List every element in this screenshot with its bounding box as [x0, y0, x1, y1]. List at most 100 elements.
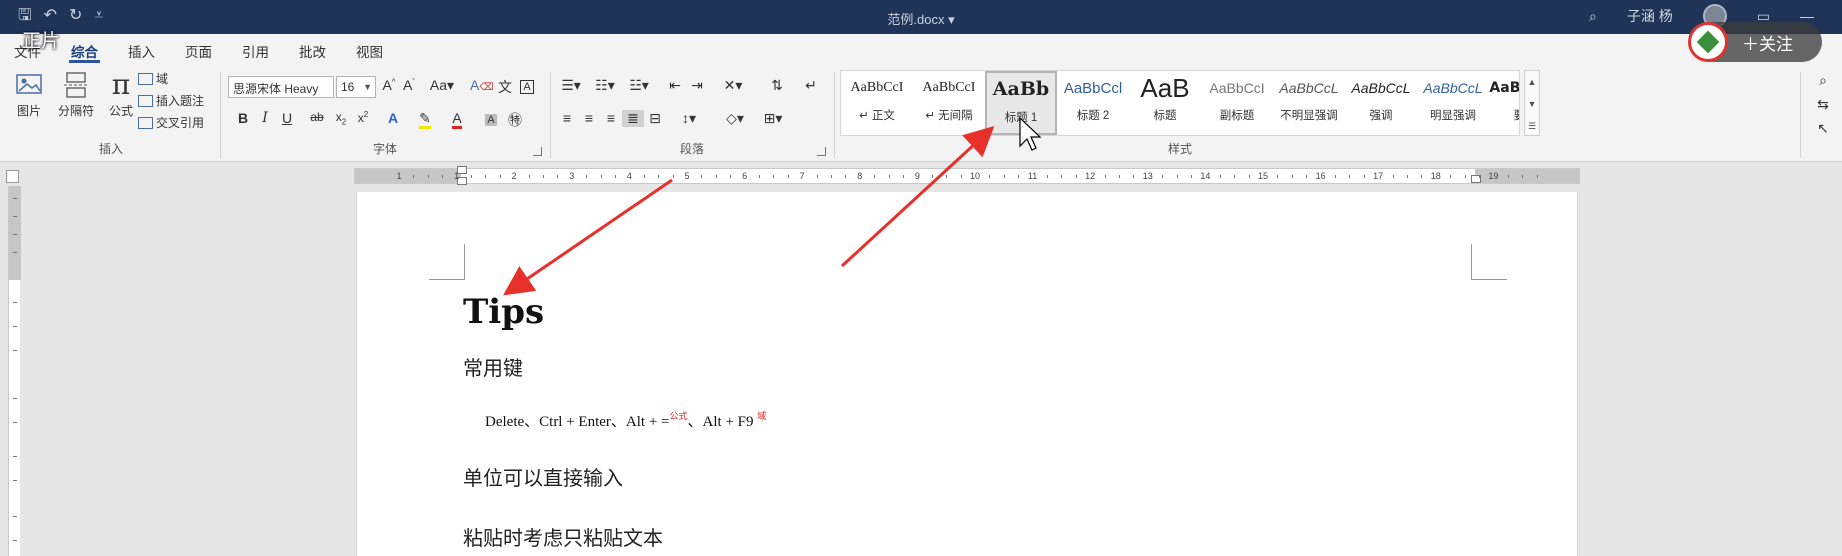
ruler-number: 17: [1373, 171, 1384, 181]
follow-badge[interactable]: ＋关注: [1688, 22, 1822, 62]
style-heading-1[interactable]: AaBb 标题 1: [985, 71, 1057, 135]
decrease-indent-icon[interactable]: ⇤: [664, 77, 686, 94]
borders-icon[interactable]: ⊞▾: [758, 110, 788, 127]
insert-caption-button[interactable]: 插入题注: [138, 92, 204, 109]
font-size-combo[interactable]: 16 ▼: [336, 76, 376, 98]
style-heading-2[interactable]: AaBbCcl 标题 2: [1057, 71, 1129, 135]
ruler-tick: [557, 175, 559, 178]
picture-button[interactable]: 图片: [8, 70, 50, 119]
tab-view[interactable]: 视图: [356, 34, 383, 64]
separator-button[interactable]: 分隔符: [52, 70, 100, 119]
user-name[interactable]: 子涵 杨: [1627, 6, 1673, 26]
tab-insert[interactable]: 插入: [128, 34, 155, 64]
style-intense-emphasis[interactable]: AaBbCcL 明显强调: [1417, 71, 1489, 135]
style-no-spacing[interactable]: AaBbCcI ↵ 无间隔: [913, 71, 985, 135]
doc-shortcut-line[interactable]: Delete、Ctrl + Enter、Alt + =公式、Alt + F9 域: [485, 410, 766, 431]
align-center-icon[interactable]: ≡: [578, 110, 600, 126]
ruler-tick: [1507, 175, 1509, 178]
vertical-ruler: [8, 186, 21, 556]
char-border-icon[interactable]: A: [516, 77, 538, 94]
ruler-tick: [413, 175, 415, 178]
gallery-scroll[interactable]: ▲ ▼ ☰: [1524, 70, 1540, 136]
distributed-icon[interactable]: ⊟: [644, 110, 666, 127]
chevron-down-icon: ▼: [363, 82, 372, 92]
font-color-icon[interactable]: A: [446, 110, 468, 129]
select-icon[interactable]: ↖: [1812, 120, 1834, 137]
tab-general[interactable]: 综合: [69, 34, 100, 64]
tab-references[interactable]: 引用: [242, 34, 269, 64]
style-subtitle[interactable]: AaBbCcI 副标题: [1201, 71, 1273, 135]
ruler-tick: [13, 516, 17, 517]
italic-icon[interactable]: I: [254, 110, 276, 126]
insert-group-label: 插入: [98, 142, 123, 156]
document-page[interactable]: Tips 常用键 Delete、Ctrl + Enter、Alt + =公式、A…: [356, 192, 1578, 556]
font-name-value: 思源宋体 Heavy: [233, 82, 319, 96]
find-icon[interactable]: ⌕: [1812, 72, 1834, 89]
doc-title[interactable]: Tips: [463, 292, 544, 332]
text-effects-icon[interactable]: A: [382, 110, 404, 126]
ruler-tick: [845, 175, 847, 178]
chevron-down-icon[interactable]: ▼: [1525, 93, 1539, 115]
tab-review[interactable]: 批改: [299, 34, 326, 64]
highlight-icon[interactable]: ✎: [414, 110, 436, 129]
sort-icon[interactable]: ⇅: [766, 77, 788, 94]
cross-reference-button[interactable]: 交叉引用: [138, 114, 204, 131]
line-spacing-icon[interactable]: ↕▾: [674, 110, 704, 127]
ribbon: 图片 分隔符 π 公式 域 插入题注 交叉引用 插入 思源宋体 Heavy 16…: [0, 64, 1842, 162]
document-title[interactable]: 范例.docx ▾: [0, 9, 1842, 28]
multilevel-list-icon[interactable]: ☳▾: [624, 77, 654, 94]
style-name: ↵ 无间隔: [925, 110, 973, 122]
numbering-icon[interactable]: ☷▾: [590, 77, 620, 94]
superscript-icon[interactable]: x2: [352, 110, 374, 125]
formula-note: 公式: [669, 411, 688, 421]
search-icon[interactable]: ⌕: [1589, 8, 1597, 25]
style-strong[interactable]: AaBbCcD 要点: [1489, 71, 1519, 135]
enclose-char-icon[interactable]: ㊕: [504, 110, 526, 130]
ruler-tick: [1392, 175, 1394, 178]
justify-icon[interactable]: ≣: [622, 110, 644, 127]
char-shading-icon[interactable]: A: [480, 110, 502, 126]
align-right-icon[interactable]: ≡: [600, 110, 622, 126]
bold-icon[interactable]: B: [232, 110, 254, 126]
shrink-font-icon[interactable]: Aˇ: [398, 77, 420, 93]
tab-page[interactable]: 页面: [185, 34, 212, 64]
replace-icon[interactable]: ⇆: [1812, 96, 1834, 113]
paragraph-dialog-launcher-icon[interactable]: [817, 147, 826, 156]
style-title[interactable]: AaB 标题: [1129, 71, 1201, 135]
strikethrough-icon[interactable]: ab: [306, 110, 328, 124]
style-emphasis[interactable]: AaBbCcL 强调: [1345, 71, 1417, 135]
increase-indent-icon[interactable]: ⇥: [686, 77, 708, 94]
field-button[interactable]: 域: [138, 70, 168, 87]
ruler-tick: [1003, 175, 1005, 178]
bullets-icon[interactable]: ☰▾: [556, 77, 586, 94]
asian-layout-icon[interactable]: ✕▾: [718, 77, 748, 94]
style-normal[interactable]: AaBbCcI ↵ 正文: [841, 71, 913, 135]
doc-heading[interactable]: 单位可以直接输入: [463, 462, 623, 491]
clear-format-icon[interactable]: A⌫: [470, 77, 493, 93]
show-marks-icon[interactable]: ↵: [800, 77, 822, 94]
formula-button[interactable]: π 公式: [100, 70, 142, 119]
style-subtle-emphasis[interactable]: AaBbCcL 不明显强调: [1273, 71, 1345, 135]
style-sample: AaBb: [992, 78, 1050, 100]
tab-selector-icon[interactable]: [6, 170, 19, 183]
phonetic-guide-icon[interactable]: 文: [494, 77, 516, 97]
grow-font-icon[interactable]: A^: [378, 77, 400, 93]
underline-icon[interactable]: U: [276, 110, 298, 126]
doc-heading[interactable]: 常用键: [463, 352, 523, 381]
font-name-combo[interactable]: 思源宋体 Heavy: [228, 76, 334, 98]
font-dialog-launcher-icon[interactable]: [533, 147, 542, 156]
ruler-number: 11: [1027, 171, 1038, 181]
gallery-more-icon[interactable]: ☰: [1525, 115, 1539, 137]
ruler-tick: [989, 175, 991, 178]
ruler-tick: [13, 252, 17, 253]
change-case-icon[interactable]: Aa▾: [428, 77, 456, 94]
follow-label: ＋关注: [1742, 34, 1793, 54]
subscript-icon[interactable]: x2: [330, 110, 352, 126]
align-left-icon[interactable]: ≡: [556, 110, 578, 126]
ruler-tick: [427, 175, 429, 178]
shading-icon[interactable]: ◇▾: [720, 110, 750, 127]
chevron-up-icon[interactable]: ▲: [1525, 71, 1539, 93]
ruler-tick: [1191, 175, 1192, 178]
channel-logo-icon: [1688, 22, 1728, 62]
doc-heading[interactable]: 粘贴时考虑只粘贴文本: [463, 522, 663, 551]
